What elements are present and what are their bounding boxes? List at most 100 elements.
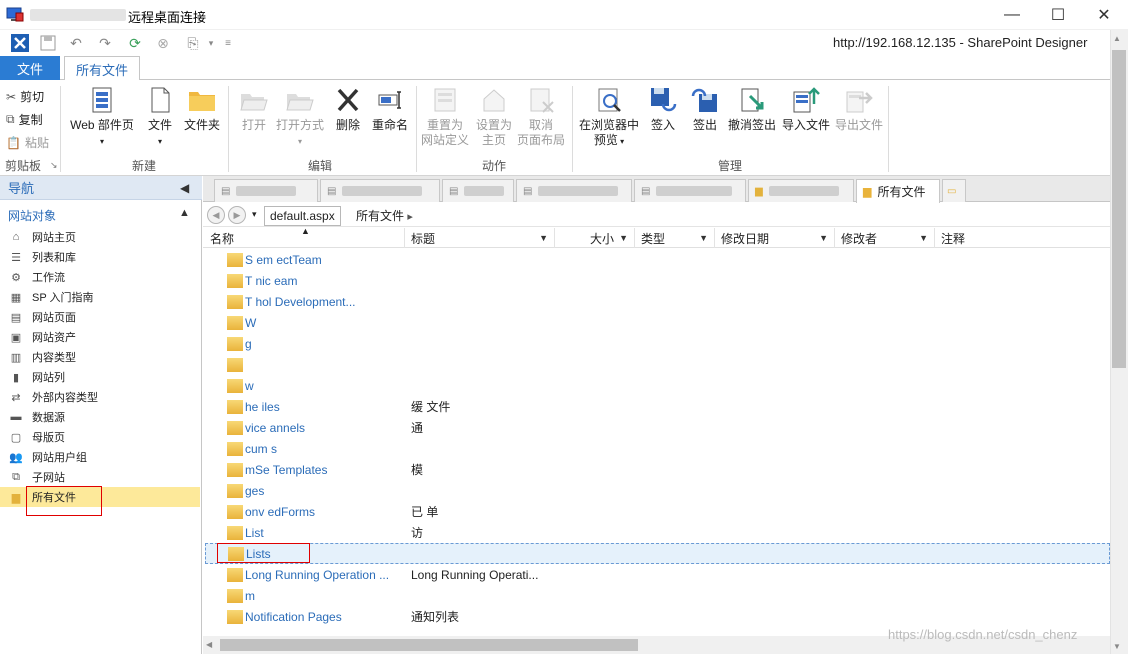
rename-button[interactable]: 重命名 xyxy=(368,86,412,133)
nav-item[interactable]: ☰ 列表和库 xyxy=(0,247,200,267)
file-name[interactable]: cum s xyxy=(245,442,405,456)
nav-item[interactable]: ▥ 内容类型 xyxy=(0,347,200,367)
dialog-launcher-icon[interactable]: ↘ xyxy=(50,160,58,171)
file-row[interactable]: W xyxy=(205,312,1110,333)
doc-tab[interactable]: ▤ xyxy=(442,179,514,202)
breadcrumb-current[interactable]: 所有文件 ▸ xyxy=(356,207,413,224)
file-row[interactable] xyxy=(205,354,1110,375)
undo-icon[interactable]: ↶ xyxy=(66,33,86,53)
file-name[interactable]: w xyxy=(245,379,405,393)
nav-item[interactable]: ⇄ 外部内容类型 xyxy=(0,387,200,407)
tab-file[interactable]: 文件 xyxy=(0,56,60,80)
file-name[interactable]: m xyxy=(245,589,405,603)
new-file-button[interactable]: 文件 ▾ xyxy=(142,86,178,149)
vertical-scroll-thumb[interactable] xyxy=(1112,50,1126,368)
sharepoint-designer-icon[interactable] xyxy=(10,33,30,53)
nav-item[interactable]: 👥 网站用户组 xyxy=(0,447,200,467)
import-files-button[interactable]: 导入文件 xyxy=(780,86,832,133)
file-name[interactable]: g xyxy=(245,337,405,351)
column-size[interactable]: 大小 ▼ xyxy=(555,228,635,248)
nav-item[interactable]: ▤ 网站页面 xyxy=(0,307,200,327)
open-with-button[interactable]: 打开方式 ▾ xyxy=(274,86,326,149)
file-name[interactable]: he iles xyxy=(245,400,405,414)
filter-dropdown-icon[interactable]: ▼ xyxy=(539,233,548,243)
minimize-button[interactable]: — xyxy=(989,0,1035,30)
file-row[interactable]: vice annels 通 xyxy=(205,417,1110,438)
scroll-down-icon[interactable]: ▼ xyxy=(1113,642,1121,651)
history-dropdown-icon[interactable]: ▾ xyxy=(252,209,257,220)
redo-icon[interactable]: ↷ xyxy=(95,33,115,53)
file-row[interactable]: List 访 xyxy=(205,522,1110,543)
nav-item[interactable]: ▦ SP 入门指南 xyxy=(0,287,200,307)
stop-icon[interactable]: ⊗ xyxy=(153,33,173,53)
file-row[interactable]: mSe Templates 模 xyxy=(205,459,1110,480)
file-row[interactable]: m xyxy=(205,585,1110,606)
file-row[interactable]: cum s xyxy=(205,438,1110,459)
open-button[interactable]: 打开 xyxy=(236,86,272,133)
file-name[interactable]: vice annels xyxy=(245,421,405,435)
nav-item[interactable]: ▮ 网站列 xyxy=(0,367,200,387)
nav-item[interactable]: ▢ 母版页 xyxy=(0,427,200,447)
file-row[interactable]: Notification Pages 通知列表 xyxy=(205,606,1110,627)
set-as-home-button[interactable]: 设置为 主页 xyxy=(472,86,516,148)
filter-dropdown-icon[interactable]: ▼ xyxy=(819,233,828,243)
filter-dropdown-icon[interactable]: ▼ xyxy=(619,233,628,243)
file-row[interactable]: Lists xyxy=(205,543,1110,564)
check-out-button[interactable]: 签出 xyxy=(688,86,722,133)
copy-button[interactable]: ⧉ 复制 xyxy=(6,111,43,128)
undo-check-out-button[interactable]: 撤消签出 xyxy=(726,86,778,133)
nav-item[interactable]: ⌂ 网站主页 xyxy=(0,227,200,247)
delete-button[interactable]: 删除 xyxy=(332,86,364,133)
column-type[interactable]: 类型 ▼ xyxy=(635,228,715,248)
file-row[interactable]: onv edForms 已 单 xyxy=(205,501,1110,522)
doc-tab[interactable]: ▤ xyxy=(634,179,746,202)
close-button[interactable]: ✕ xyxy=(1081,0,1127,30)
file-name[interactable]: T nic eam xyxy=(245,274,405,288)
column-modified-date[interactable]: 修改日期 ▼ xyxy=(715,228,835,248)
file-name[interactable]: Notification Pages xyxy=(245,610,405,624)
preview-in-browser-button[interactable]: 在浏览器中 预览 ▾ xyxy=(576,86,642,149)
nav-item[interactable]: ▣ 网站资产 xyxy=(0,327,200,347)
file-row[interactable]: T nic eam xyxy=(205,270,1110,291)
filter-dropdown-icon[interactable]: ▼ xyxy=(919,233,928,243)
file-name[interactable]: mSe Templates xyxy=(245,463,405,477)
web-part-page-button[interactable]: Web 部件页 ▾ xyxy=(66,86,138,149)
file-row[interactable]: he iles 缓 文件 xyxy=(205,396,1110,417)
column-title[interactable]: 标题 ▼ xyxy=(405,228,555,248)
back-button[interactable]: ◀ xyxy=(207,206,225,224)
file-name[interactable]: List xyxy=(245,526,405,540)
new-tab-button[interactable]: ▭ xyxy=(942,179,966,202)
maximize-button[interactable]: ☐ xyxy=(1035,0,1081,30)
doc-tab[interactable]: ▆ xyxy=(748,179,854,202)
file-row[interactable]: T hol Development... xyxy=(205,291,1110,312)
horizontal-scroll-thumb[interactable] xyxy=(220,639,638,651)
file-name[interactable]: ges xyxy=(245,484,405,498)
scroll-left-icon[interactable]: ◀ xyxy=(206,640,212,649)
doc-tab[interactable]: ▤ xyxy=(214,179,318,202)
refresh-icon[interactable]: ⟳ xyxy=(125,33,145,53)
doc-tab-all-files[interactable]: ▆ 所有文件 xyxy=(856,179,940,203)
file-row[interactable]: Long Running Operation ... Long Running O… xyxy=(205,564,1110,585)
new-folder-button[interactable]: 文件夹 xyxy=(182,86,222,133)
export-file-button[interactable]: 导出文件 xyxy=(832,86,886,133)
tab-all-files[interactable]: 所有文件 xyxy=(64,56,140,81)
nav-item[interactable]: ▬ 数据源 xyxy=(0,407,200,427)
site-objects-collapse-icon[interactable]: ▲ xyxy=(179,207,190,219)
column-comments[interactable]: 注释 xyxy=(935,228,1110,248)
file-row[interactable]: S em ectTeam xyxy=(205,249,1110,270)
file-row[interactable]: w xyxy=(205,375,1110,396)
preview-dropdown-icon[interactable]: ⎘ xyxy=(183,33,203,53)
nav-item[interactable]: ⧉ 子网站 xyxy=(0,467,200,487)
file-name[interactable]: S em ectTeam xyxy=(245,253,405,267)
file-name[interactable]: Long Running Operation ... xyxy=(245,568,405,582)
paste-button[interactable]: 📋 粘贴 xyxy=(6,134,49,151)
forward-button[interactable]: ▶ xyxy=(228,206,246,224)
column-modified-by[interactable]: 修改者 ▼ xyxy=(835,228,935,248)
customize-qat-icon[interactable]: ≡ xyxy=(218,33,238,53)
save-icon[interactable] xyxy=(38,33,58,53)
detach-page-layout-button[interactable]: 取消 页面布局 xyxy=(516,86,566,148)
filter-dropdown-icon[interactable]: ▼ xyxy=(699,233,708,243)
file-name[interactable]: onv edForms xyxy=(245,505,405,519)
scroll-up-icon[interactable]: ▲ xyxy=(1113,34,1121,43)
nav-collapse-icon[interactable]: ◀ xyxy=(180,181,189,195)
